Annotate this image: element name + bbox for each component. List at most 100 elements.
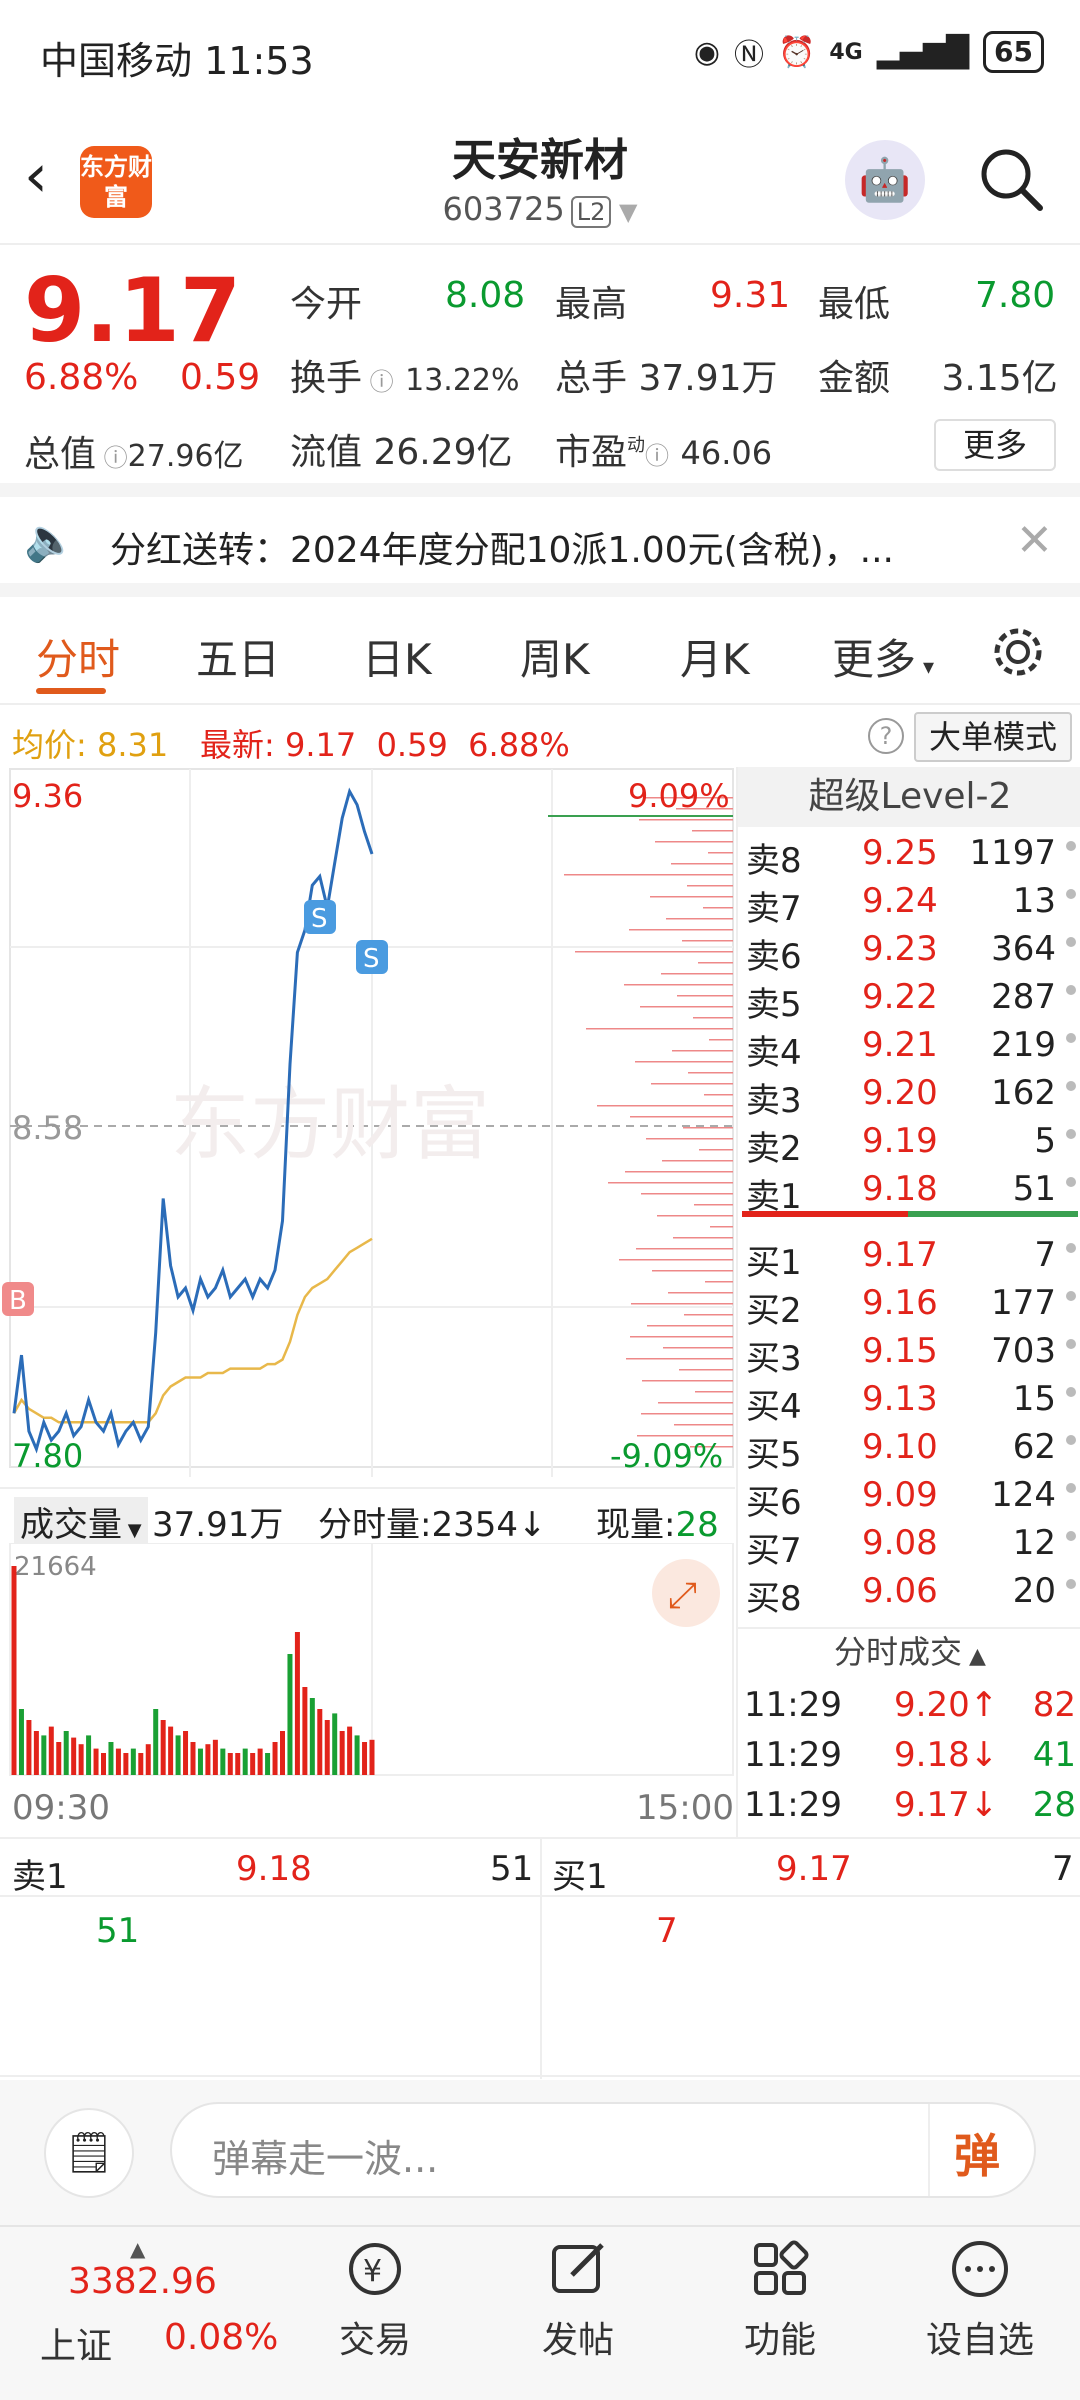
x-start-label: 09:30 (12, 1788, 110, 1828)
ask-price: 9.25 (862, 833, 938, 873)
more-button[interactable]: 更多 (934, 419, 1056, 471)
index-pct: 0.08% (164, 2317, 279, 2358)
bid-label: 买7 (746, 1531, 802, 1571)
bid-label: 买1 (746, 1243, 802, 1283)
sell-marker[interactable]: S (304, 900, 336, 934)
volume-bar (339, 1731, 345, 1775)
quote-panel: 9.17 6.88% 0.59 总值 ⓘ27.96亿 今开 8.08 最高 9.… (0, 247, 1080, 497)
trade-price: 9.20↑ (894, 1685, 999, 1725)
bid-label: 买3 (746, 1339, 802, 1379)
ask-volume: 162 (991, 1073, 1056, 1113)
intraday-chart[interactable]: 东方财富 9.36 8.58 7.80 9.09% -9.09% B S S (0, 767, 735, 1487)
ask-row[interactable]: 卖3 9.20 162 (738, 1069, 1080, 1121)
bid-row[interactable]: 买6 9.09 124 (738, 1471, 1080, 1523)
bid-price: 9.09 (862, 1475, 938, 1515)
bid-row[interactable]: 买3 9.15 703 (738, 1327, 1080, 1379)
tab-five-day[interactable]: 五日 (196, 626, 280, 687)
chevron-up-icon: ▲ (962, 1644, 986, 1669)
depth-bar (699, 1149, 733, 1151)
depth-bar (639, 819, 733, 821)
bid-row[interactable]: 买2 9.16 177 (738, 1279, 1080, 1331)
nav-post[interactable]: 发帖 (508, 2227, 648, 2363)
pe-value: 46.06 (680, 434, 773, 472)
now-volume-label: 现量: (596, 1505, 676, 1545)
depth-bar (625, 1171, 733, 1173)
ask-row[interactable]: 卖1 9.18 51 (738, 1165, 1080, 1217)
depth-bar (661, 973, 733, 975)
volume-label: 总手 (555, 358, 628, 399)
trades-header[interactable]: 分时成交 (834, 1633, 962, 1671)
tab-more[interactable]: 更多 (832, 635, 916, 684)
notes-icon[interactable]: 🗒 (44, 2108, 134, 2198)
ask-row[interactable]: 卖7 9.24 13 (738, 877, 1080, 929)
volume-selector[interactable]: 成交量 (20, 1505, 122, 1545)
danmu-input[interactable]: 弹幕走一波... 弹 (170, 2102, 1036, 2198)
ask-volume: 219 (991, 1025, 1056, 1065)
gear-icon[interactable] (990, 624, 1046, 680)
chevron-down-icon: ▼ (122, 1520, 142, 1541)
ask-row[interactable]: 卖4 9.21 219 (738, 1021, 1080, 1073)
float-label: 流值 (290, 432, 363, 473)
dividend-notice[interactable]: 🔈 分红送转：2024年度分配10派1.00元(含税)，... ✕ (0, 497, 1080, 597)
tab-timeshare[interactable]: 分时 (36, 626, 120, 687)
ask-volume: 364 (991, 929, 1056, 969)
large-order-mode-button[interactable]: 大单模式 (914, 712, 1072, 762)
trade-row: 11:29 9.20↑ 82 (738, 1681, 1080, 1729)
trade-time: 11:29 (744, 1735, 842, 1775)
close-icon[interactable]: ✕ (1016, 515, 1053, 566)
volume-bar (108, 1742, 114, 1775)
ask-row[interactable]: 卖2 9.19 5 (738, 1117, 1080, 1169)
tab-month-k[interactable]: 月K (680, 626, 750, 687)
pe-label: 市盈 (555, 432, 628, 473)
ask-row[interactable]: 卖6 9.23 364 (738, 925, 1080, 977)
amount-value: 3.15亿 (941, 358, 1058, 399)
volume-bar (123, 1753, 129, 1775)
chevron-down-icon[interactable]: ▼ (611, 198, 637, 226)
buy-marker[interactable]: B (2, 1282, 34, 1316)
info-icon[interactable]: ⓘ (362, 368, 394, 396)
depth-bar (693, 1017, 733, 1019)
bid1-label: 买1 (552, 1857, 608, 1897)
info-icon[interactable]: ⓘ (645, 442, 669, 470)
assistant-robot-icon[interactable]: 🤖 (845, 140, 925, 220)
bid-price: 9.08 (862, 1523, 938, 1563)
depth-bar (636, 1248, 733, 1250)
volume-bar (160, 1720, 166, 1775)
volume-bar (354, 1735, 360, 1775)
tab-week-k[interactable]: 周K (520, 626, 590, 687)
ask-volume: 287 (991, 977, 1056, 1017)
volume-bar (71, 1737, 77, 1775)
nav-functions[interactable]: 功能 (710, 2227, 850, 2363)
depth-bar (668, 1292, 733, 1294)
ask-row[interactable]: 卖8 9.25 1197 (738, 829, 1080, 881)
bid-row[interactable]: 买5 9.10 62 (738, 1423, 1080, 1475)
bid-row[interactable]: 买4 9.13 15 (738, 1375, 1080, 1427)
nav-trade[interactable]: ¥ 交易 (305, 2227, 445, 2363)
ask1-order: 51 (96, 1911, 140, 1951)
ask-row[interactable]: 卖5 9.22 287 (738, 973, 1080, 1025)
danmu-button[interactable]: 弹 (954, 2120, 1000, 2186)
index-widget[interactable]: ▲ 3382.96 上证 0.08% (40, 2237, 280, 2387)
search-icon[interactable] (978, 146, 1044, 212)
order-book-header[interactable]: 超级Level-2 (738, 767, 1080, 827)
info-icon[interactable]: ⓘ (96, 444, 128, 472)
nav-add-watchlist[interactable]: 设自选 (910, 2227, 1050, 2363)
bid-row[interactable]: 买8 9.06 20 (738, 1567, 1080, 1619)
current-price: 9.17 (24, 259, 242, 362)
amount-label: 金额 (818, 358, 891, 399)
level2-badge[interactable]: L2 (570, 196, 612, 228)
open-value: 8.08 (445, 275, 526, 316)
sell-marker[interactable]: S (356, 940, 388, 974)
depth-bar (658, 1402, 733, 1404)
depth-bar (640, 1006, 733, 1008)
bid-row[interactable]: 买1 9.17 7 (738, 1231, 1080, 1283)
tab-day-k[interactable]: 日K (362, 626, 432, 687)
bid-price: 9.16 (862, 1283, 938, 1323)
depth-bar (586, 1028, 733, 1030)
bid-row[interactable]: 买7 9.08 12 (738, 1519, 1080, 1571)
svg-text:¥: ¥ (363, 2254, 382, 2289)
volume-chart[interactable]: 21664 ⤢ (0, 1543, 735, 1778)
volume-bar (280, 1731, 285, 1775)
depth-bar (708, 852, 733, 854)
help-icon[interactable]: ? (868, 718, 904, 754)
